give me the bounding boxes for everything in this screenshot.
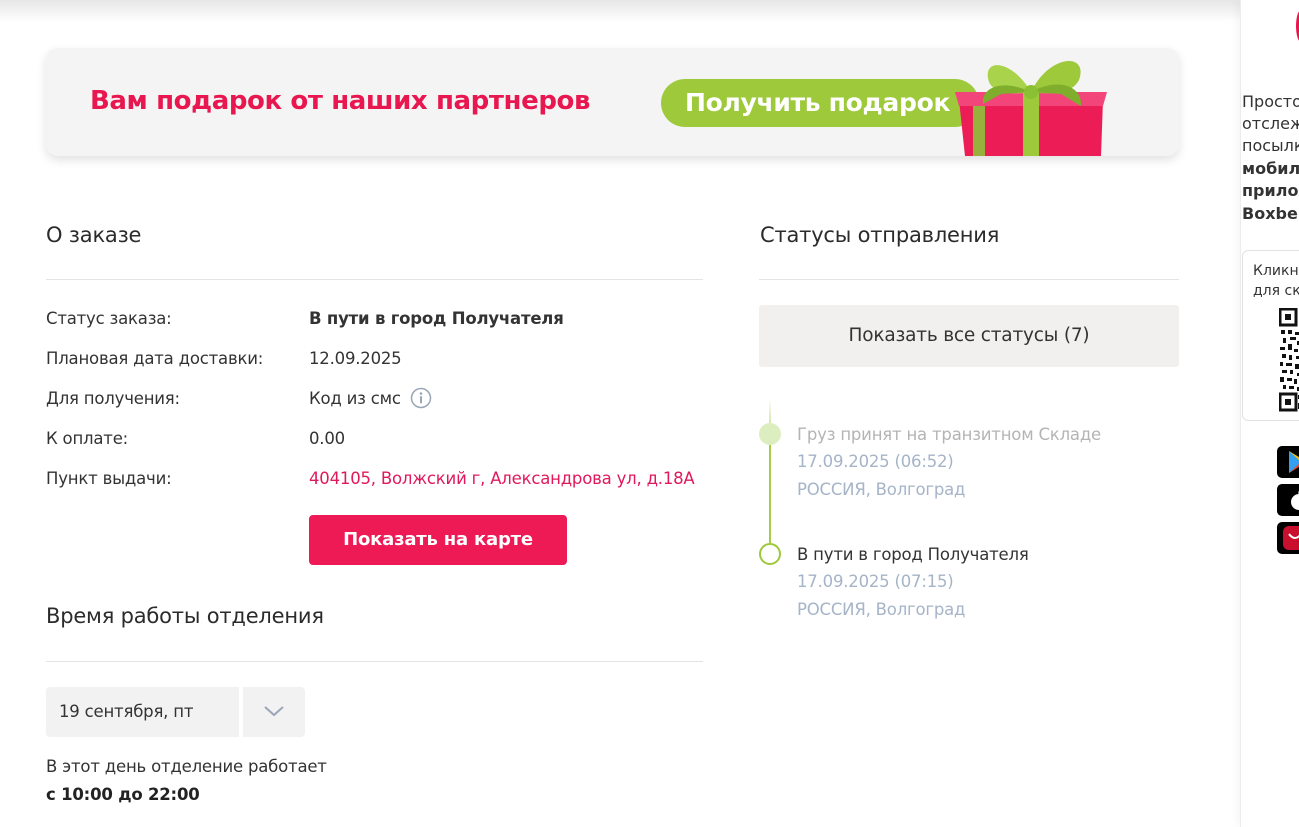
- statuses-divider: [759, 279, 1179, 280]
- qr-card-line: Кликни: [1253, 263, 1299, 279]
- delivery-date-value: 12.09.2025: [309, 349, 402, 368]
- gift-banner[interactable]: Вам подарок от наших партнеров Получить …: [46, 48, 1179, 156]
- promo-text-line: отслеж: [1242, 114, 1299, 133]
- info-icon[interactable]: [410, 387, 432, 409]
- promo-text-bold: мобил: [1242, 159, 1299, 178]
- promo-text-bold: Boxber: [1242, 204, 1299, 223]
- status-event-place: РОССИЯ, Волгоград: [797, 480, 966, 499]
- promo-text-line: посылк: [1242, 136, 1299, 155]
- hours-value: с 10:00 до 22:00: [46, 785, 200, 804]
- app-store-icon[interactable]: [1277, 484, 1299, 516]
- qr-card-text: Кликни для ска: [1253, 261, 1299, 301]
- header-shadow: [0, 0, 1240, 22]
- order-divider: [46, 279, 703, 280]
- qr-code-icon: [1279, 308, 1299, 412]
- show-all-statuses-button[interactable]: Показать все статусы (7): [759, 305, 1179, 367]
- qr-card[interactable]: Кликни для ска: [1242, 250, 1299, 421]
- pickup-method-value: Код из смс: [309, 389, 401, 408]
- pickup-point-link[interactable]: 404105, Волжский г, Александрова ул, д.1…: [309, 469, 695, 488]
- timeline-line: [769, 440, 771, 544]
- date-dropdown-button[interactable]: [243, 687, 305, 737]
- pickup-point-label: Пункт выдачи:: [46, 469, 172, 488]
- status-event-place: РОССИЯ, Волгоград: [797, 600, 966, 619]
- date-select[interactable]: 19 сентября, пт: [46, 687, 239, 737]
- gift-banner-title: Вам подарок от наших партнеров: [90, 86, 591, 116]
- hours-divider: [46, 661, 703, 662]
- payment-value: 0.00: [309, 429, 345, 448]
- order-heading: О заказе: [46, 223, 142, 247]
- get-gift-button[interactable]: Получить подарок: [661, 79, 979, 127]
- hours-heading: Время работы отделения: [46, 604, 324, 628]
- promo-text-bold: прилож: [1242, 181, 1299, 200]
- status-event-title: Груз принят на транзитном Складе: [797, 425, 1101, 444]
- timeline-dot: [759, 423, 781, 445]
- google-play-icon[interactable]: [1277, 446, 1299, 478]
- hours-note: В этот день отделение работает: [46, 757, 327, 776]
- timeline-dot-current: [759, 543, 781, 565]
- qr-card-line: для ска: [1253, 283, 1299, 299]
- app-promo-sidebar: Просто отслеж посылк мобил прилож Boxber…: [1240, 0, 1299, 827]
- delivery-date-label: Плановая дата доставки:: [46, 349, 264, 368]
- pickup-method-label: Для получения:: [46, 389, 180, 408]
- huawei-appgallery-icon[interactable]: [1277, 522, 1299, 554]
- status-event-title: В пути в город Получателя: [797, 545, 1029, 564]
- statuses-heading: Статусы отправления: [760, 223, 1000, 247]
- payment-label: К оплате:: [46, 429, 129, 448]
- order-status-value: В пути в город Получателя: [309, 309, 564, 328]
- gift-box-icon: [955, 60, 1107, 156]
- status-event-date: 17.09.2025 (07:15): [797, 572, 954, 591]
- promo-text-line: Просто: [1242, 92, 1299, 111]
- status-event-date: 17.09.2025 (06:52): [797, 452, 954, 471]
- chevron-down-icon: [264, 706, 284, 717]
- order-status-label: Статус заказа:: [46, 309, 172, 328]
- show-on-map-button[interactable]: Показать на карте: [309, 515, 567, 565]
